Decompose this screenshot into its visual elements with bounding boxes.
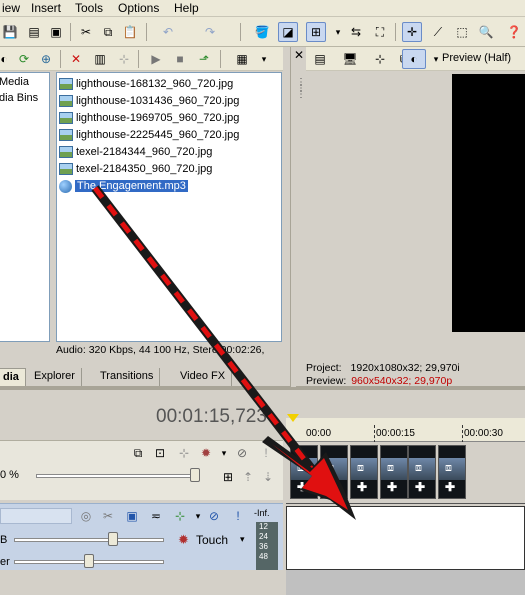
arrow-head-outline — [262, 436, 356, 520]
drag-arrow-annotation — [91, 185, 356, 520]
